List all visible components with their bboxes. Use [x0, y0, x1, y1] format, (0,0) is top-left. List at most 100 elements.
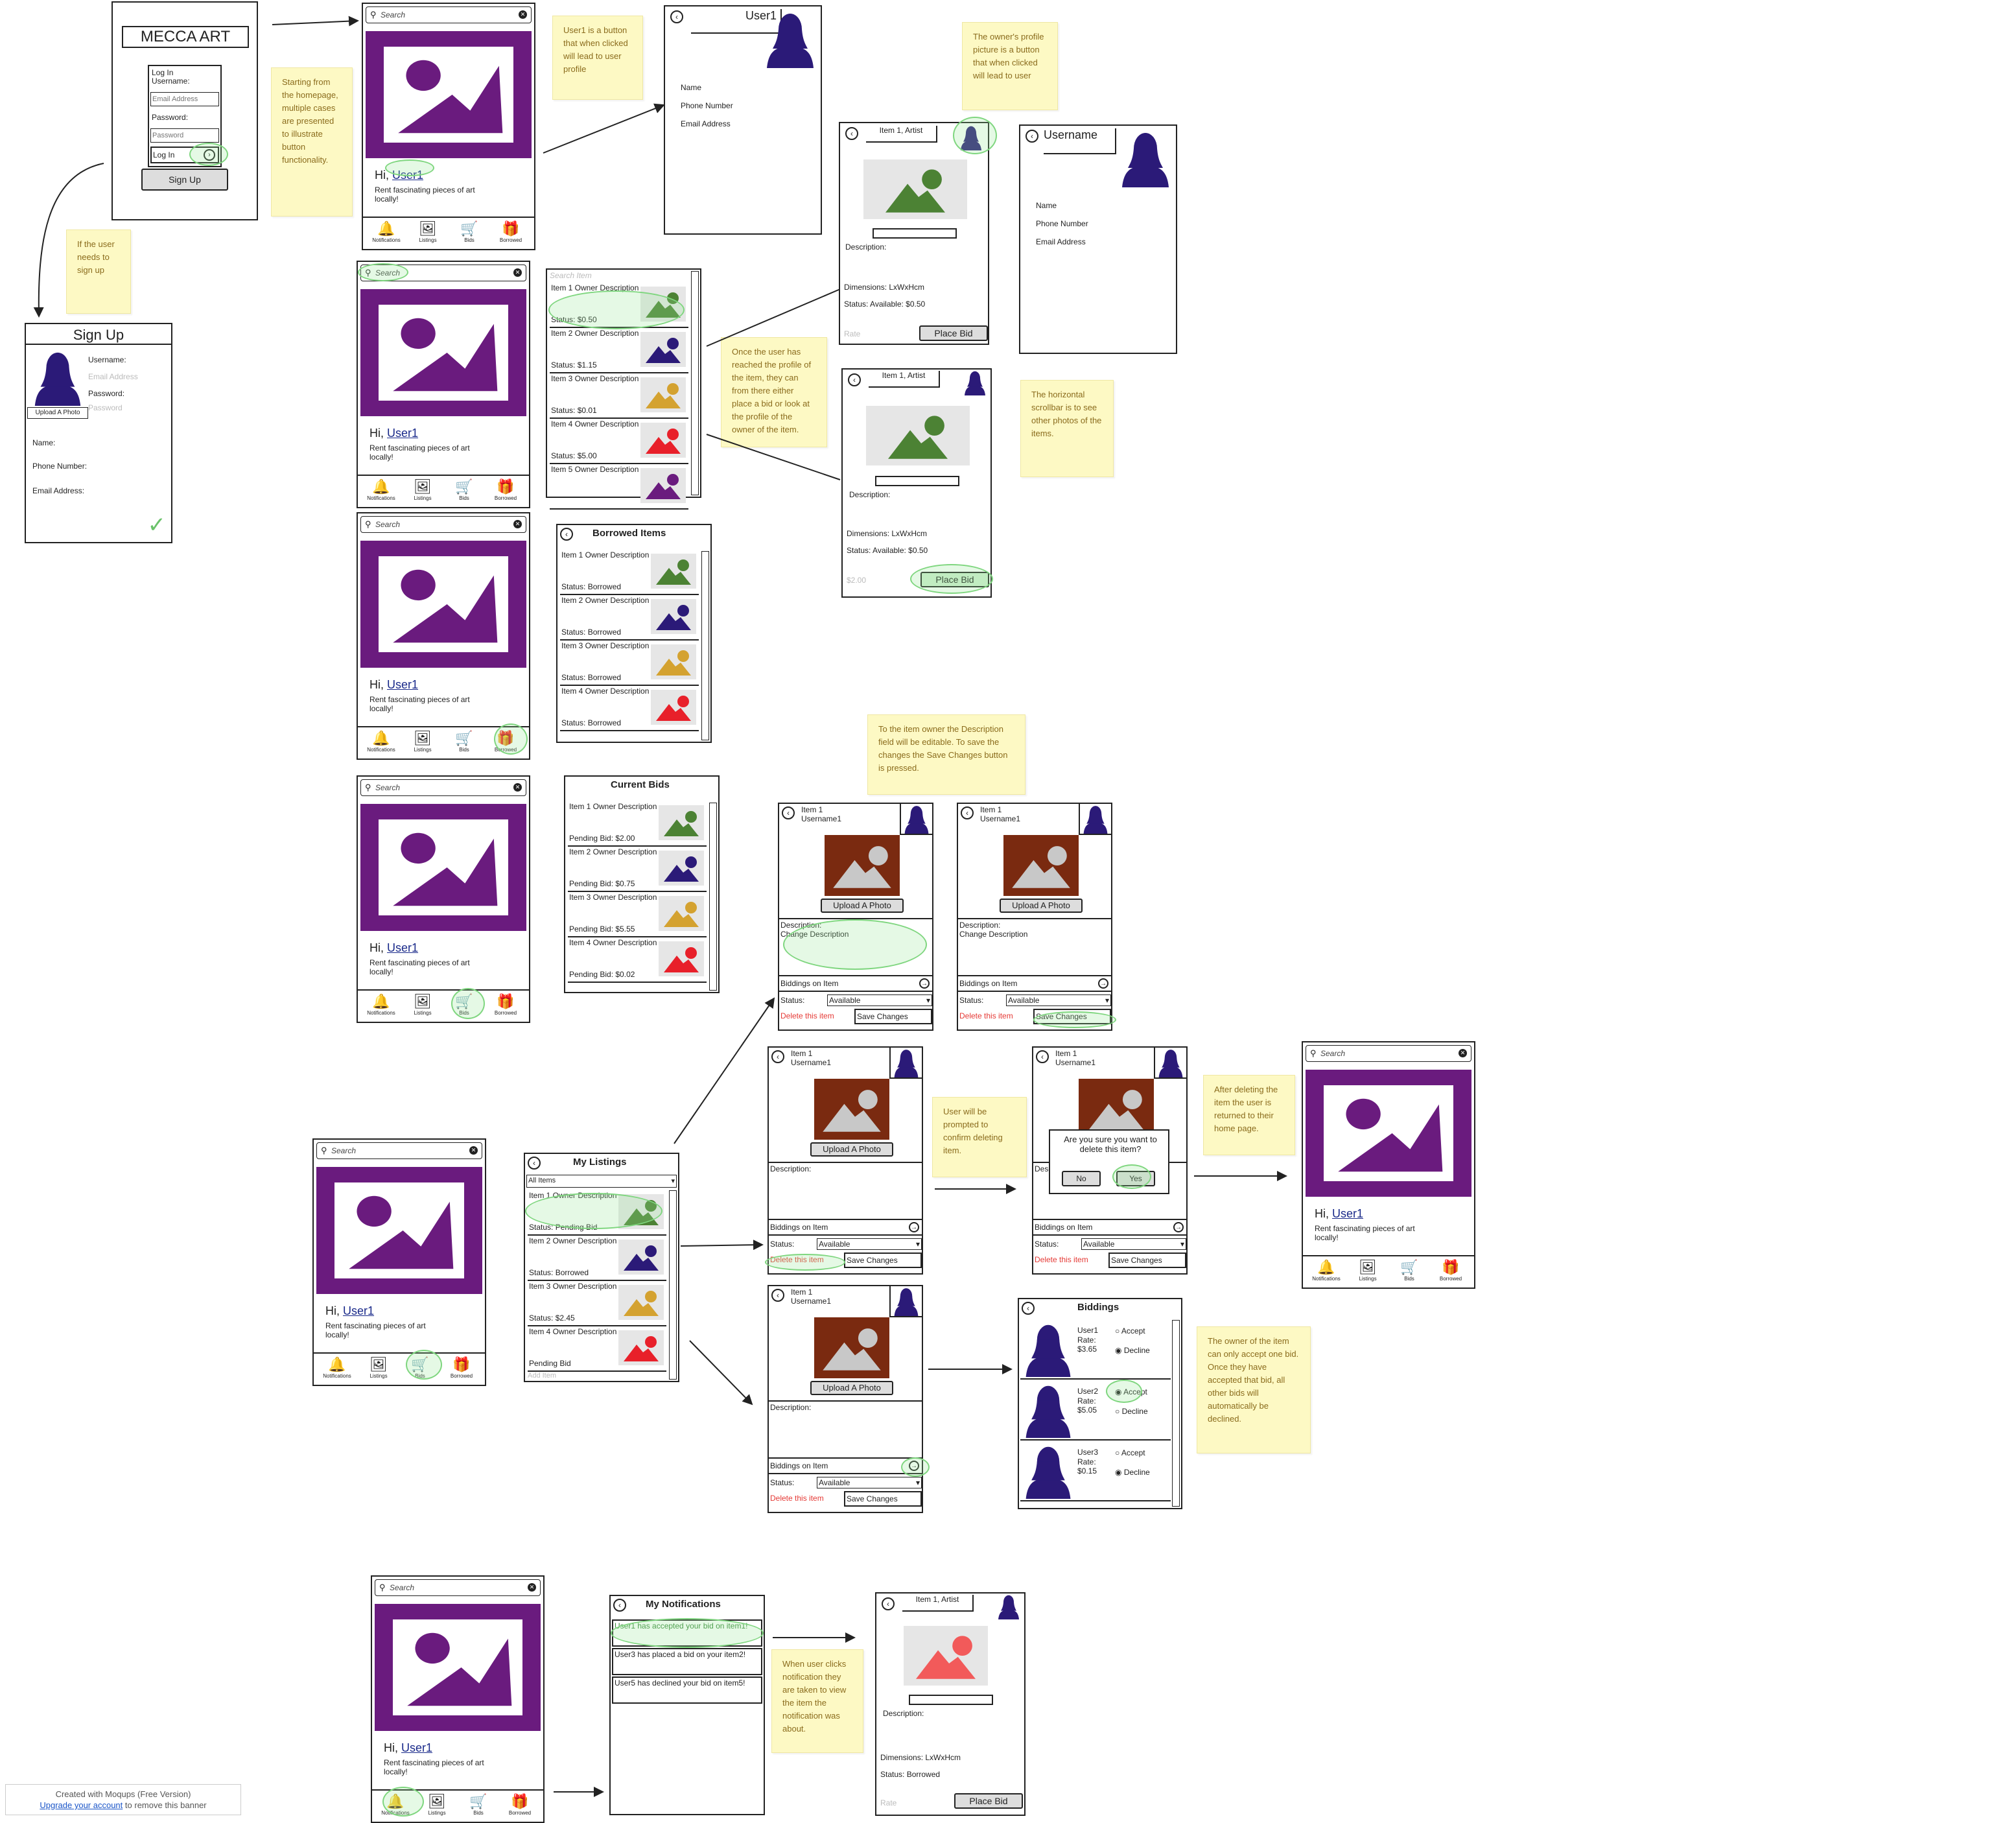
user1-link[interactable]: User1	[387, 427, 418, 440]
notification-item[interactable]: User3 has placed a bid on your item2!	[612, 1648, 762, 1675]
owner-avatar[interactable]	[961, 370, 989, 395]
search-bar[interactable]: ⚲ Search ✕	[360, 779, 526, 796]
status-select[interactable]: Available ▾	[817, 1238, 922, 1250]
upload-photo-button[interactable]: Upload A Photo	[27, 407, 88, 419]
nav-borrowed[interactable]: 🎁 Borrowed	[500, 1793, 539, 1816]
owner-avatar[interactable]	[889, 1286, 922, 1317]
search-bar[interactable]: ⚲ Search ✕	[360, 516, 526, 533]
nav-bids[interactable]: 🛒 Bids	[450, 220, 489, 243]
image-scrollbar[interactable]	[875, 476, 959, 486]
list-item[interactable]: Item 1 Owner Description Pending Bid: $2…	[568, 801, 707, 847]
back-icon[interactable]: ‹	[560, 528, 573, 541]
signup-button[interactable]: Sign Up	[141, 169, 228, 191]
nav-notifications[interactable]: 🔔 Notifications	[362, 993, 401, 1016]
change-description[interactable]: Change Description	[959, 930, 1027, 939]
back-icon[interactable]: ‹	[528, 1157, 541, 1170]
vertical-scrollbar[interactable]	[709, 803, 717, 991]
description-box[interactable]: Description: Change Description	[958, 918, 1111, 974]
list-item[interactable]: Item 1 Owner Description Status: Borrowe…	[560, 550, 699, 595]
list-item[interactable]: Item 3 Owner Description Status: $0.01	[550, 373, 688, 419]
nav-bids[interactable]: 🛒 Bids	[459, 1793, 498, 1816]
owner-avatar[interactable]	[1079, 804, 1111, 835]
status-select[interactable]: Available ▾	[827, 994, 932, 1006]
password-input[interactable]	[150, 128, 219, 143]
biddings-row[interactable]: Biddings on Item →	[769, 1219, 922, 1236]
bidder-avatar[interactable]	[1020, 1442, 1076, 1500]
rate-value[interactable]: $2.00	[847, 576, 866, 585]
decline-radio[interactable]: ○ Decline	[1115, 1407, 1148, 1416]
upload-photo-button[interactable]: Upload A Photo	[821, 899, 904, 913]
search-bar[interactable]: ⚲ Search ✕	[316, 1142, 482, 1159]
profile-avatar[interactable]	[761, 8, 819, 70]
status-select[interactable]: Available ▾	[817, 1477, 922, 1488]
biddings-row[interactable]: Biddings on Item →	[769, 1457, 922, 1474]
list-item[interactable]: Item 2 Owner Description Status: Borrowe…	[528, 1236, 666, 1281]
list-item[interactable]: Item 5 Owner Description	[550, 464, 688, 510]
nav-notifications[interactable]: 🔔 Notifications	[318, 1356, 357, 1379]
nav-borrowed[interactable]: 🎁 Borrowed	[491, 220, 530, 243]
bidder-avatar[interactable]	[1020, 1320, 1076, 1378]
vertical-scrollbar[interactable]	[691, 271, 699, 495]
close-icon[interactable]: ✕	[469, 1146, 478, 1155]
save-changes-button[interactable]: Save Changes	[1108, 1253, 1186, 1268]
back-icon[interactable]: ‹	[845, 127, 858, 140]
back-icon[interactable]: ‹	[782, 806, 795, 819]
owner-avatar[interactable]	[889, 1048, 922, 1079]
arrow-right-icon[interactable]: →	[1173, 1222, 1184, 1232]
profile-avatar[interactable]	[1116, 127, 1175, 189]
back-icon[interactable]: ‹	[1022, 1302, 1035, 1315]
nav-notifications[interactable]: 🔔 Notifications	[367, 220, 406, 243]
user1-link[interactable]: User1	[387, 678, 418, 691]
save-changes-button[interactable]: Save Changes	[854, 1009, 932, 1024]
notification-item[interactable]: User5 has declined your bid on item5!	[612, 1676, 762, 1704]
nav-borrowed[interactable]: 🎁 Borrowed	[1431, 1259, 1470, 1282]
confirm-check-icon[interactable]: ✓	[148, 512, 167, 538]
arrow-right-icon[interactable]: →	[909, 1222, 919, 1232]
image-scrollbar[interactable]	[873, 228, 957, 239]
description-box[interactable]: Description:	[769, 1400, 922, 1456]
owner-avatar[interactable]	[900, 804, 932, 835]
upgrade-link[interactable]: Upgrade your account	[40, 1800, 123, 1810]
biddings-row[interactable]: Biddings on Item →	[1033, 1219, 1186, 1236]
search-bar[interactable]: ⚲ Search ✕	[366, 6, 532, 23]
close-icon[interactable]: ✕	[519, 10, 527, 19]
nav-listings[interactable]: 🖼 Listings	[403, 478, 442, 501]
bidder-avatar[interactable]	[1020, 1381, 1076, 1439]
upload-photo-button[interactable]: Upload A Photo	[810, 1381, 893, 1395]
image-scrollbar[interactable]	[909, 1695, 993, 1705]
close-icon[interactable]: ✕	[513, 783, 522, 792]
upload-photo-button[interactable]: Upload A Photo	[1000, 899, 1083, 913]
vertical-scrollbar[interactable]	[701, 551, 709, 740]
search-item-input[interactable]: Search Item	[550, 271, 592, 280]
search-bar[interactable]: ⚲ Search ✕	[375, 1579, 541, 1596]
list-item[interactable]: Item 4 Owner Description Pending Bid	[528, 1326, 666, 1372]
list-item[interactable]: Item 4 Owner Description Pending Bid: $0…	[568, 937, 707, 983]
email-input[interactable]	[150, 92, 219, 106]
list-item[interactable]: Item 4 Owner Description Status: Borrowe…	[560, 686, 699, 731]
back-icon[interactable]: ‹	[771, 1050, 784, 1063]
nav-listings[interactable]: 🖼 Listings	[1348, 1259, 1387, 1282]
nav-borrowed[interactable]: 🎁 Borrowed	[442, 1356, 481, 1379]
list-item[interactable]: Item 3 Owner Description Status: Borrowe…	[560, 641, 699, 686]
back-icon[interactable]: ‹	[961, 806, 974, 819]
upload-photo-button[interactable]: Upload A Photo	[810, 1142, 893, 1157]
back-icon[interactable]: ‹	[1036, 1050, 1049, 1063]
nav-bids[interactable]: 🛒 Bids	[445, 730, 484, 753]
nav-bids[interactable]: 🛒 Bids	[1390, 1259, 1429, 1282]
email-placeholder[interactable]: Email Address	[88, 372, 138, 381]
back-icon[interactable]: ‹	[848, 373, 861, 386]
back-icon[interactable]: ‹	[771, 1289, 784, 1302]
biddings-row[interactable]: Biddings on Item →	[779, 975, 932, 992]
accept-radio[interactable]: ○ Accept	[1115, 1448, 1145, 1457]
nav-notifications[interactable]: 🔔 Notifications	[362, 730, 401, 753]
nav-listings[interactable]: 🖼 Listings	[408, 220, 447, 243]
nav-listings[interactable]: 🖼 Listings	[403, 730, 442, 753]
owner-avatar[interactable]	[1154, 1048, 1186, 1079]
place-bid-button[interactable]: Place Bid	[919, 325, 988, 341]
arrow-right-icon[interactable]: →	[1098, 978, 1108, 989]
owner-avatar[interactable]	[994, 1594, 1023, 1619]
close-icon[interactable]: ✕	[513, 268, 522, 277]
delete-item-button[interactable]: Delete this item	[1035, 1255, 1088, 1264]
close-icon[interactable]: ✕	[528, 1583, 536, 1592]
back-icon[interactable]: ‹	[1026, 130, 1038, 143]
